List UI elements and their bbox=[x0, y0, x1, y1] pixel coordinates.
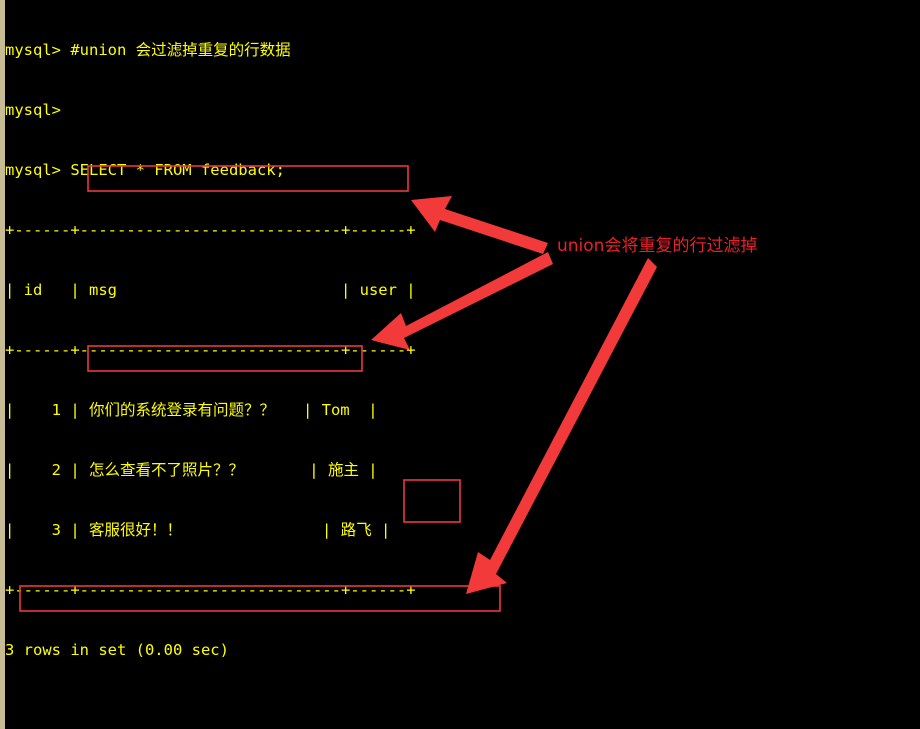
console-line: | 1 | 你们的系统登录有问题？？ | Tom | bbox=[5, 401, 378, 419]
console-line: | 2 | 怎么查看不了照片？？ | 施主 | bbox=[5, 461, 378, 479]
console-line: +------+----------------------------+---… bbox=[5, 341, 416, 359]
console-line: mysql> SELECT * FROM feedback; bbox=[5, 161, 285, 179]
console-line: mysql> #union 会过滤掉重复的行数据 bbox=[5, 41, 291, 59]
terminal-left-gutter bbox=[0, 0, 5, 729]
console-line: mysql> bbox=[5, 101, 61, 119]
annotation-note-text: union会将重复的行过滤掉 bbox=[557, 236, 758, 256]
console-line: | 3 | 客服很好！！ | 路飞 | bbox=[5, 521, 391, 539]
console-line: +------+----------------------------+---… bbox=[5, 581, 416, 599]
console-line: 3 rows in set (0.00 sec) bbox=[5, 641, 229, 659]
console-line: | id | msg | user | bbox=[5, 281, 416, 299]
terminal-screenshot: mysql> #union 会过滤掉重复的行数据 mysql> mysql> S… bbox=[0, 0, 920, 729]
console-line: +------+----------------------------+---… bbox=[5, 221, 416, 239]
terminal-console-output[interactable]: mysql> #union 会过滤掉重复的行数据 mysql> mysql> S… bbox=[5, 0, 920, 729]
